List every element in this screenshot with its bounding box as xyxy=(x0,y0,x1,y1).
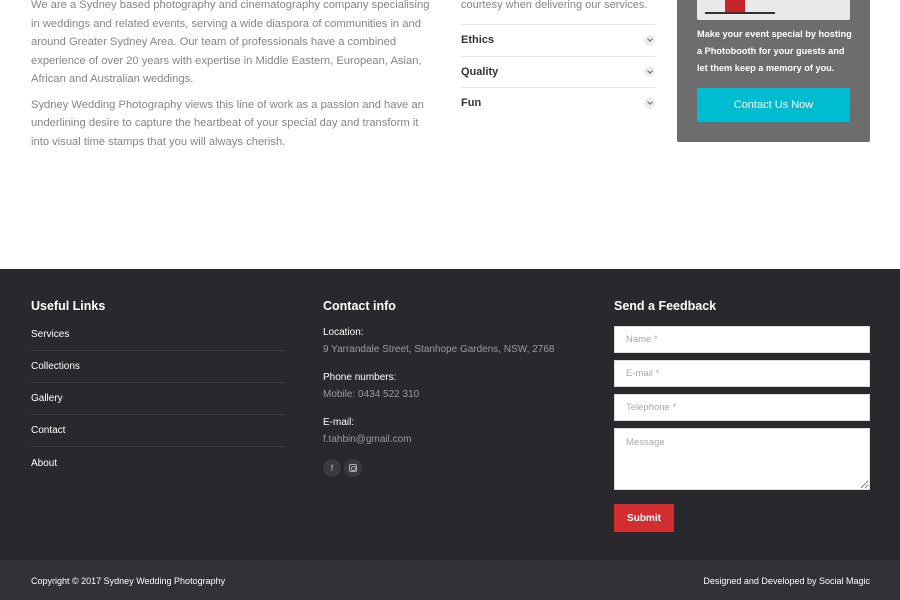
content-section: We are a Sydney based photography and ci… xyxy=(0,0,900,269)
footer-link-collections[interactable]: Collections xyxy=(31,351,285,383)
location-label: Location: xyxy=(323,327,364,338)
accordion-label: Fun xyxy=(461,97,482,110)
chevron-down-icon xyxy=(644,66,655,78)
feedback-title: Send a Feedback xyxy=(614,299,717,313)
footer-link-contact[interactable]: Contact xyxy=(31,415,285,447)
feedback-form: Submit xyxy=(614,326,870,532)
message-field[interactable] xyxy=(614,428,870,490)
footer-link-about[interactable]: About xyxy=(31,447,285,479)
useful-links-list: Services Collections Gallery Contact Abo… xyxy=(31,319,285,479)
contact-info: Location: 9 Yarrandale Street, Stanhope … xyxy=(323,327,583,462)
contact-us-button[interactable]: Contact Us Now xyxy=(697,88,850,122)
footer-link-gallery[interactable]: Gallery xyxy=(31,383,285,415)
email-value[interactable]: f.tahbin@gmail.com xyxy=(323,434,583,445)
telephone-field[interactable] xyxy=(614,394,870,421)
contact-info-title: Contact info xyxy=(323,299,396,313)
accordion-item-fun[interactable]: Fun xyxy=(461,87,655,119)
credit-text: Designed and Developed by Social Magic xyxy=(703,576,870,586)
accordion-label: Ethics xyxy=(461,34,495,47)
phone-label: Phone numbers: xyxy=(323,372,397,383)
about-paragraph: We are a Sydney based photography and ci… xyxy=(31,0,430,85)
footer-link-services[interactable]: Services xyxy=(31,319,285,351)
about-paragraph: Sydney Wedding Photography views this li… xyxy=(31,98,424,148)
social-links: f xyxy=(323,459,362,477)
accordion-item-ethics[interactable]: Ethics xyxy=(461,24,655,56)
chevron-down-icon xyxy=(644,97,655,109)
name-field[interactable] xyxy=(614,326,870,353)
photobooth-promo-card: Make your event special by hosting a Pho… xyxy=(677,0,870,142)
chevron-down-icon xyxy=(644,34,655,46)
instagram-icon[interactable] xyxy=(344,459,362,477)
accordion-label: Quality xyxy=(461,65,499,78)
location-value: 9 Yarrandale Street, Stanhope Gardens, N… xyxy=(323,344,555,355)
copyright-text: Copyright © 2017 Sydney Wedding Photogra… xyxy=(31,576,226,586)
promo-text: Make your event special by hosting a Pho… xyxy=(697,29,852,73)
accordion-intro-text: courtesy when delivering our services. xyxy=(461,0,648,11)
photobooth-image xyxy=(697,0,850,20)
photobooth-image-booth xyxy=(725,0,745,12)
email-field[interactable] xyxy=(614,360,870,387)
accordion-item-quality[interactable]: Quality xyxy=(461,55,655,88)
useful-links-title: Useful Links xyxy=(31,299,106,313)
submit-button[interactable]: Submit xyxy=(614,504,674,532)
facebook-icon[interactable]: f xyxy=(323,459,341,477)
email-label: E-mail: xyxy=(323,417,355,428)
bottom-bar: Copyright © 2017 Sydney Wedding Photogra… xyxy=(0,560,900,600)
footer: Useful Links Services Collections Galler… xyxy=(0,269,900,560)
phone-value: Mobile: 0434 522 310 xyxy=(323,389,420,400)
about-text: We are a Sydney based photography and ci… xyxy=(31,0,431,158)
accordion: Ethics Quality Fun xyxy=(461,24,655,119)
